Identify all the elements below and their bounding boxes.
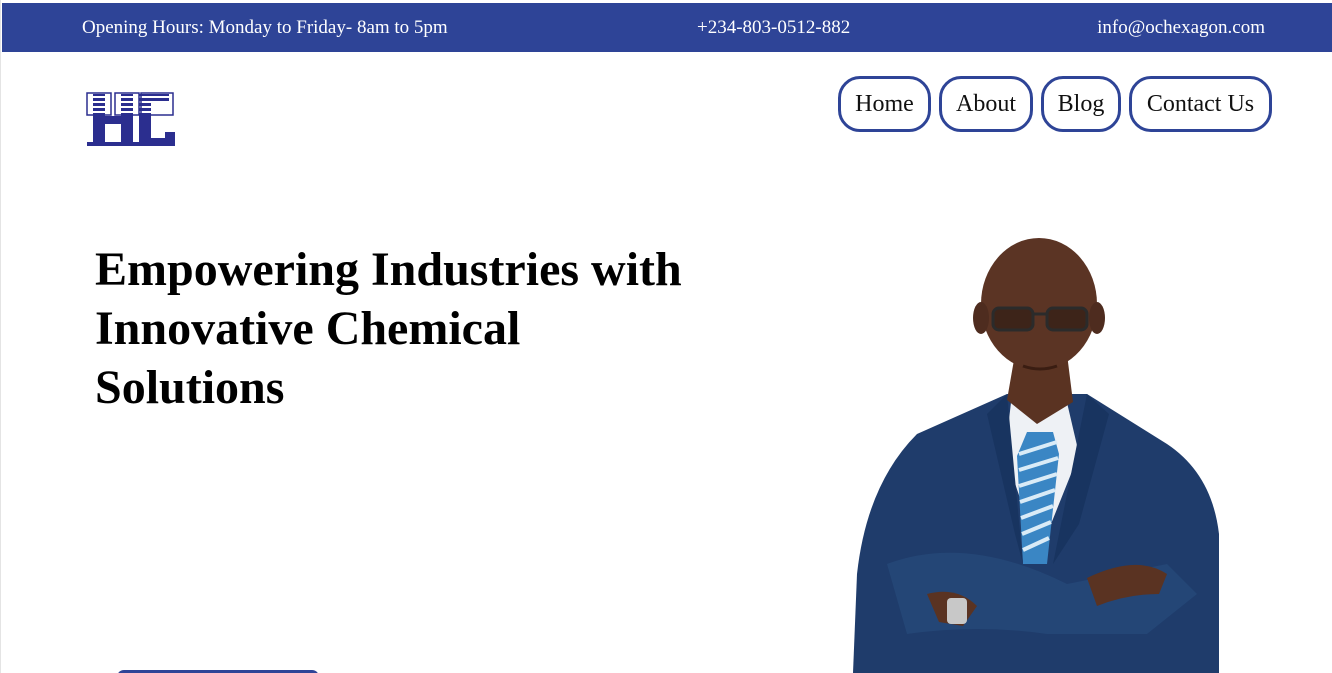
phone-number[interactable]: +234-803-0512-882 <box>697 17 850 39</box>
nav-home-label: Home <box>855 90 914 117</box>
nav-contact-us-label: Contact Us <box>1146 90 1255 117</box>
nav-about[interactable]: About <box>939 76 1033 132</box>
hc-logo[interactable] <box>85 92 177 148</box>
email-address[interactable]: info@ochexagon.com <box>1097 17 1265 39</box>
opening-hours: Opening Hours: Monday to Friday- 8am to … <box>82 17 448 38</box>
main-nav: Home About Blog Contact Us <box>838 76 1272 132</box>
hero-title-line-1: Empowering Industries with <box>95 243 682 296</box>
nav-contact-us[interactable]: Contact Us <box>1129 76 1272 132</box>
businessman-portrait <box>853 238 1219 673</box>
nav-blog-label: Blog <box>1057 90 1105 117</box>
nav-blog[interactable]: Blog <box>1041 76 1121 132</box>
page: Opening Hours: Monday to Friday- 8am to … <box>0 0 1332 673</box>
hero-title: Empowering Industries with Innovative Ch… <box>95 240 755 417</box>
hero-title-line-2: Innovative Chemical <box>95 302 521 355</box>
top-info-bar: Opening Hours: Monday to Friday- 8am to … <box>2 3 1332 52</box>
hero-title-line-3: Solutions <box>95 361 285 414</box>
nav-home[interactable]: Home <box>838 76 931 132</box>
nav-about-label: About <box>956 90 1016 117</box>
